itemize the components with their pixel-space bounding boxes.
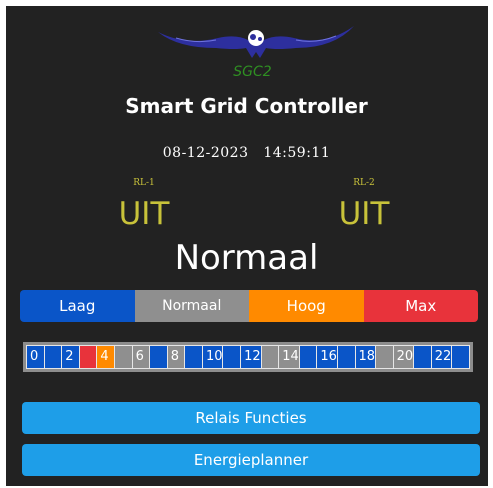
hour-slot-14[interactable]: 14	[279, 346, 299, 368]
datetime-display: 08-12-2023 14:59:11	[0, 145, 493, 161]
hour-slot-16[interactable]: 16	[317, 346, 337, 368]
hour-slot-21[interactable]	[414, 346, 431, 368]
level-hoog-button[interactable]: Hoog	[249, 290, 364, 322]
current-mode: Normaal	[174, 238, 319, 278]
hour-slot-5[interactable]	[114, 346, 132, 368]
level-laag-button[interactable]: Laag	[20, 290, 135, 322]
date-text: 08-12-2023	[162, 145, 249, 161]
hour-slot-7[interactable]	[150, 346, 167, 368]
relais-functies-button[interactable]: Relais Functies	[22, 402, 480, 434]
hour-slot-11[interactable]	[223, 346, 241, 368]
relay-1-label: RL-1	[133, 178, 155, 188]
hour-slot-6[interactable]: 6	[132, 346, 150, 368]
hour-slot-20[interactable]: 20	[393, 346, 414, 368]
hour-slot-18[interactable]: 18	[355, 346, 376, 368]
energieplanner-button[interactable]: Energieplanner	[22, 444, 480, 476]
hour-slot-10[interactable]: 10	[202, 346, 223, 368]
relay-1-state: UIT	[118, 196, 170, 232]
level-selector: Laag Normaal Hoog Max	[20, 290, 478, 322]
eagle-logo-icon	[158, 26, 354, 58]
hour-slot-12[interactable]: 12	[241, 346, 261, 368]
hour-slot-15[interactable]	[299, 346, 317, 368]
hour-slot-0[interactable]: 0	[27, 346, 44, 368]
hour-slot-13[interactable]	[261, 346, 279, 368]
hour-slot-4[interactable]: 4	[97, 346, 114, 368]
hour-slot-17[interactable]	[337, 346, 355, 368]
logo-text: SGC2	[233, 64, 272, 80]
hour-schedule-bar: 0 2 4 6 8 10 12 14 16 18 20 22	[23, 342, 473, 372]
relay-2-state: UIT	[338, 196, 390, 232]
hour-slot-8[interactable]: 8	[167, 346, 185, 368]
hour-slot-2[interactable]: 2	[62, 346, 79, 368]
hour-slot-19[interactable]	[376, 346, 393, 368]
hour-slot-3[interactable]	[79, 346, 97, 368]
level-normaal-button[interactable]: Normaal	[134, 290, 249, 322]
hour-slot-1[interactable]	[44, 346, 62, 368]
time-text: 14:59:11	[263, 145, 331, 161]
hour-slot-9[interactable]	[185, 346, 202, 368]
relay-2-label: RL-2	[353, 178, 375, 188]
hour-slot-23[interactable]	[452, 346, 469, 368]
level-max-button[interactable]: Max	[363, 290, 478, 322]
hour-slot-22[interactable]: 22	[431, 346, 452, 368]
page-title: Smart Grid Controller	[125, 94, 368, 118]
